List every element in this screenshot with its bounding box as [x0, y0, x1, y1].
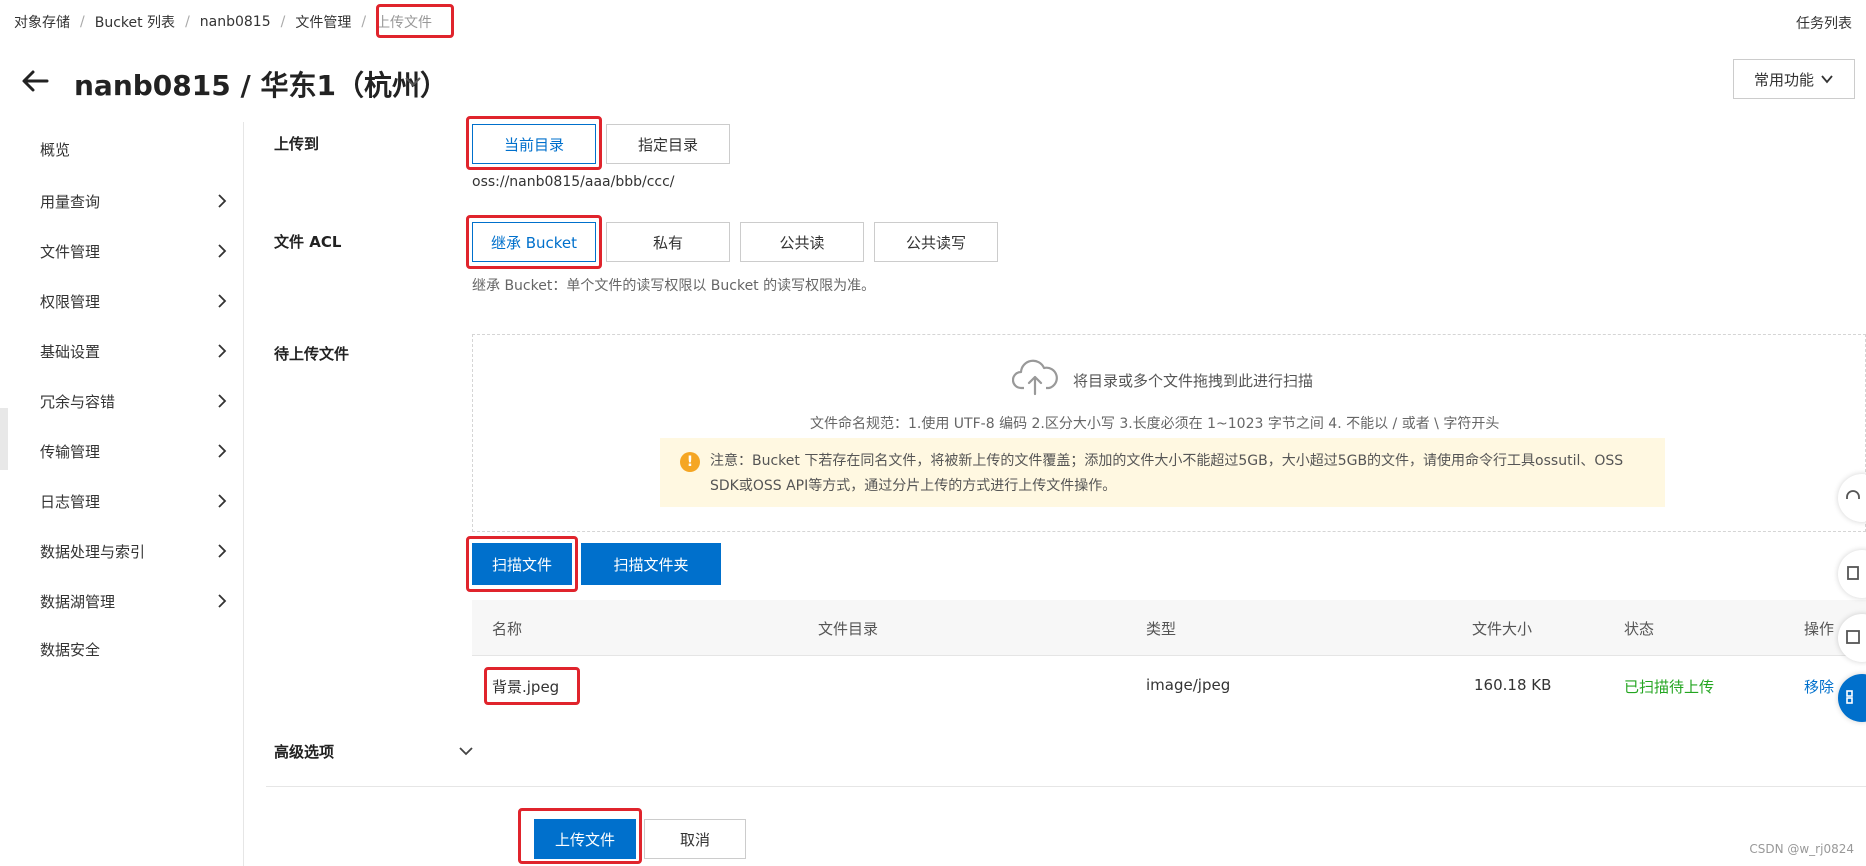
sidebar-item-label: 传输管理 — [40, 442, 101, 461]
breadcrumb-bucket[interactable]: nanb0815 — [200, 14, 271, 30]
grid-icon — [1846, 690, 1853, 704]
scan-folder-button[interactable]: 扫描文件夹 — [581, 543, 721, 585]
chevron-right-icon — [218, 194, 227, 208]
breadcrumb-upload-file: 上传文件 — [376, 15, 433, 31]
chevron-down-icon — [1821, 75, 1833, 84]
breadcrumb-separator: / — [361, 14, 367, 30]
headset-icon — [1846, 490, 1860, 499]
sidebar-item-label: 用量查询 — [40, 192, 101, 211]
sidebar-collapse-handle[interactable] — [0, 408, 8, 470]
sidebar-item-permissions[interactable]: 权限管理 — [40, 281, 230, 321]
document-icon — [1847, 566, 1859, 580]
float-docs-button[interactable] — [1838, 550, 1866, 598]
breadcrumb-separator: / — [185, 14, 190, 30]
divider — [266, 786, 1866, 787]
sidebar-item-logs[interactable]: 日志管理 — [40, 481, 230, 521]
file-type: image/jpeg — [1146, 676, 1231, 694]
sidebar-item-overview[interactable]: 概览 — [40, 129, 230, 169]
chevron-right-icon — [218, 344, 227, 358]
breadcrumb-bucket-list[interactable]: Bucket 列表 — [95, 12, 175, 32]
chevron-right-icon — [218, 494, 227, 508]
sidebar-item-usage[interactable]: 用量查询 — [40, 181, 230, 221]
chevron-right-icon — [218, 444, 227, 458]
advanced-options-label: 高级选项 — [274, 743, 335, 761]
warning-icon: ! — [680, 452, 700, 472]
chevron-down-icon[interactable] — [402, 70, 424, 92]
upload-button[interactable]: 上传文件 — [534, 819, 636, 859]
sidebar-item-label: 文件管理 — [40, 242, 101, 261]
sidebar-item-label: 日志管理 — [40, 492, 101, 511]
breadcrumb-separator: / — [80, 14, 85, 30]
sidebar: 概览 用量查询 文件管理 权限管理 基础设置 冗余与容错 传输管理 日志管理 数… — [0, 122, 244, 866]
naming-rule-text: 文件命名规范：1.使用 UTF-8 编码 2.区分大小写 3.长度必须在 1~1… — [810, 416, 1500, 432]
chevron-right-icon — [218, 394, 227, 408]
sidebar-item-label: 数据处理与索引 — [40, 542, 146, 561]
acl-option-private[interactable]: 私有 — [606, 222, 730, 262]
column-header-action: 操作 — [1804, 620, 1835, 638]
breadcrumb-object-storage[interactable]: 对象存储 — [14, 12, 70, 32]
breadcrumb: 对象存储 / Bucket 列表 / nanb0815 / 文件管理 / 上传文… — [14, 11, 432, 33]
page-title: nanb0815 / 华东1（杭州） — [74, 69, 448, 102]
column-header-type: 类型 — [1146, 620, 1177, 638]
notice-text: 注意：Bucket 下若存在同名文件，将被新上传的文件覆盖；添加的文件大小不能超… — [710, 453, 1624, 494]
common-functions-button[interactable]: 常用功能 — [1733, 59, 1855, 99]
upload-path: oss://nanb0815/aaa/bbb/ccc/ — [472, 174, 675, 190]
acl-option-public-read[interactable]: 公共读 — [740, 222, 864, 262]
acl-label: 文件 ACL — [274, 233, 342, 251]
remove-link[interactable]: 移除 — [1804, 676, 1834, 697]
back-arrow-icon[interactable] — [20, 66, 50, 96]
sidebar-item-label: 冗余与容错 — [40, 392, 116, 411]
chevron-right-icon — [218, 594, 227, 608]
task-list-link[interactable]: 任务列表 — [1796, 13, 1852, 33]
common-functions-label: 常用功能 — [1753, 70, 1814, 89]
chevron-down-icon[interactable] — [456, 741, 476, 761]
column-header-directory: 文件目录 — [818, 620, 879, 638]
chevron-right-icon — [218, 294, 227, 308]
acl-option-inherit[interactable]: 继承 Bucket — [472, 222, 596, 262]
cancel-button[interactable]: 取消 — [644, 819, 746, 859]
column-header-status: 状态 — [1624, 620, 1655, 638]
sidebar-item-file-management[interactable]: 文件管理 — [40, 231, 230, 271]
watermark: CSDN @w_rj0824 — [1749, 842, 1854, 856]
chevron-right-icon — [218, 244, 227, 258]
column-header-name: 名称 — [492, 620, 523, 638]
scan-files-button[interactable]: 扫描文件 — [472, 543, 572, 585]
sidebar-item-data-processing[interactable]: 数据处理与索引 — [40, 531, 230, 571]
file-table-header: 名称 文件目录 类型 文件大小 状态 操作 — [472, 600, 1866, 656]
sidebar-item-transfer[interactable]: 传输管理 — [40, 431, 230, 471]
sidebar-item-label: 基础设置 — [40, 342, 101, 361]
sidebar-item-basic-settings[interactable]: 基础设置 — [40, 331, 230, 371]
option-current-directory[interactable]: 当前目录 — [472, 124, 596, 164]
column-header-size: 文件大小 — [1472, 620, 1533, 638]
file-size: 160.18 KB — [1474, 676, 1552, 694]
notice-banner: ! 注意：Bucket 下若存在同名文件，将被新上传的文件覆盖；添加的文件大小不… — [660, 438, 1665, 507]
acl-hint: 继承 Bucket：单个文件的读写权限以 Bucket 的读写权限为准。 — [472, 278, 876, 294]
breadcrumb-file-management[interactable]: 文件管理 — [295, 12, 351, 32]
sidebar-item-label: 数据湖管理 — [40, 592, 116, 611]
sidebar-item-label: 权限管理 — [40, 292, 101, 311]
feedback-icon — [1846, 630, 1860, 644]
table-row: 背景.jpeg image/jpeg 160.18 KB 已扫描待上传 移除 — [472, 657, 1866, 713]
chevron-right-icon — [218, 544, 227, 558]
sidebar-item-data-lake[interactable]: 数据湖管理 — [40, 581, 230, 621]
sidebar-item-data-security[interactable]: 数据安全 — [40, 629, 230, 669]
breadcrumb-separator: / — [280, 14, 286, 30]
sidebar-item-label: 数据安全 — [40, 640, 101, 659]
drop-instruction: 将目录或多个文件拖拽到此进行扫描 — [1073, 372, 1314, 390]
sidebar-item-label: 概览 — [40, 140, 71, 159]
status-badge: 已扫描待上传 — [1624, 678, 1715, 696]
acl-option-public-read-write[interactable]: 公共读写 — [874, 222, 998, 262]
upload-cloud-icon — [1012, 359, 1058, 396]
option-specified-directory[interactable]: 指定目录 — [606, 124, 730, 164]
sidebar-item-redundancy[interactable]: 冗余与容错 — [40, 381, 230, 421]
upload-to-label: 上传到 — [274, 135, 320, 153]
pending-files-label: 待上传文件 — [274, 345, 350, 363]
file-name: 背景.jpeg — [492, 678, 560, 696]
